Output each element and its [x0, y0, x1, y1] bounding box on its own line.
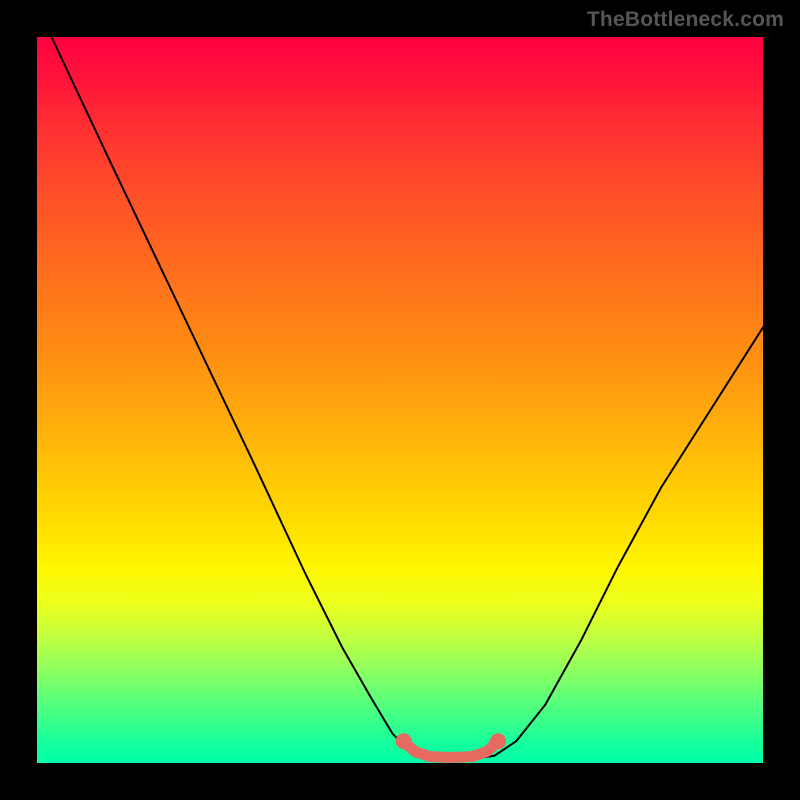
highlight-endpoint-0	[396, 733, 412, 749]
chart-svg	[37, 37, 763, 763]
flat-bottom-highlight	[404, 741, 498, 757]
chart-frame: TheBottleneck.com	[0, 0, 800, 800]
chart-plot-area	[37, 37, 763, 763]
bottleneck-curve	[52, 37, 763, 759]
watermark-text: TheBottleneck.com	[587, 8, 784, 32]
highlight-endpoint-1	[490, 733, 506, 749]
